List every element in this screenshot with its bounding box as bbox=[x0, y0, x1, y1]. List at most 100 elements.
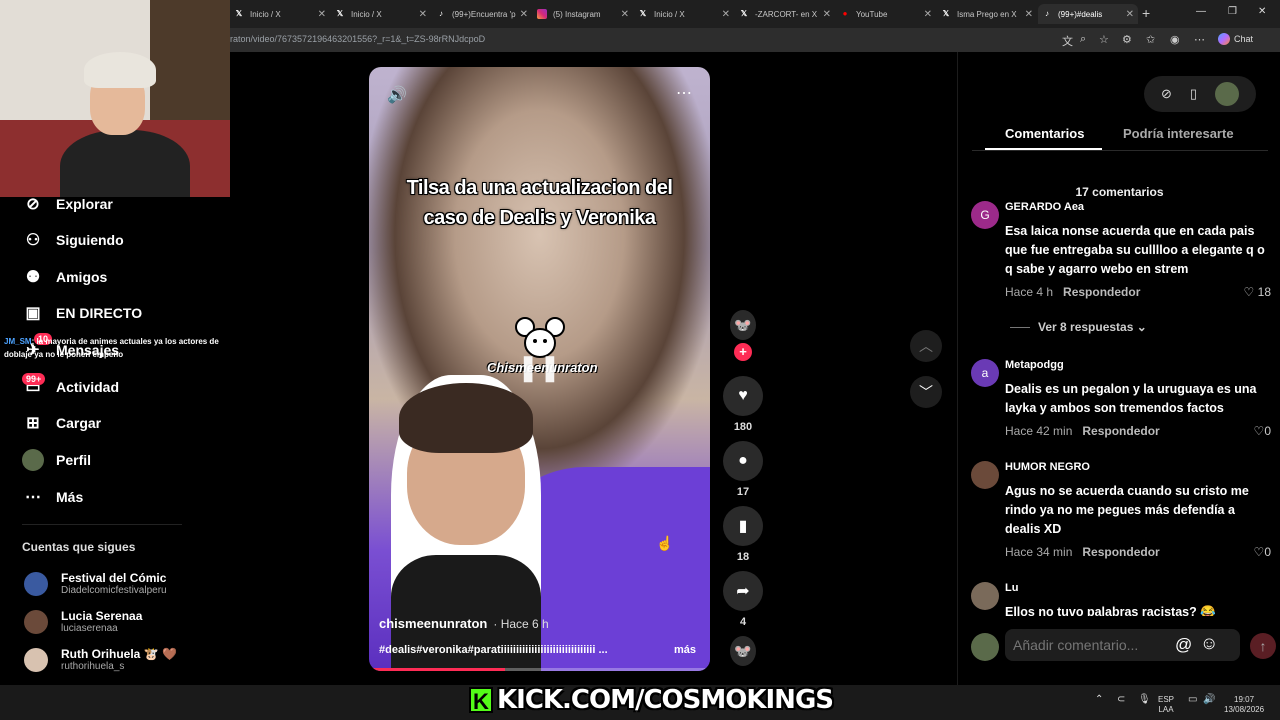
video-progress-bar[interactable] bbox=[369, 668, 710, 671]
new-tab-button[interactable]: + bbox=[1142, 5, 1150, 21]
nav-perfil[interactable]: Perfil bbox=[22, 449, 91, 471]
menu-dots-icon[interactable]: ⋯ bbox=[1194, 33, 1205, 46]
avatar[interactable] bbox=[971, 582, 999, 610]
language-indicator[interactable]: ESP LAA bbox=[1158, 695, 1174, 715]
instagram-icon bbox=[537, 9, 547, 19]
tab-podria-interesarte[interactable]: Podría interesarte bbox=[1123, 126, 1234, 141]
close-tab-icon[interactable]: ✕ bbox=[318, 9, 326, 20]
browser-tab[interactable]: (5) Instagram ✕ bbox=[533, 4, 633, 24]
favorites-icon[interactable]: ✩ bbox=[1146, 33, 1155, 46]
avatar[interactable] bbox=[971, 461, 999, 489]
heart-outline-icon: ♡ bbox=[1253, 424, 1265, 438]
bookmark-icon: ▮ bbox=[738, 518, 748, 535]
comment-text: Dealis es un pegalon y la uruguaya es un… bbox=[1005, 382, 1257, 415]
comment-author[interactable]: GERARDO Aea bbox=[1005, 201, 1084, 213]
comment-like-button[interactable]: ♡ 18 bbox=[1244, 285, 1271, 299]
x-logo-icon: 𝕏 bbox=[336, 9, 344, 18]
tray-chevron-up-icon[interactable]: ⌃ bbox=[1095, 694, 1103, 705]
sound-disc-icon[interactable]: 🐭 bbox=[730, 636, 756, 666]
close-tab-icon[interactable]: ✕ bbox=[1025, 9, 1033, 20]
like-count: 180 bbox=[733, 421, 753, 433]
close-tab-icon[interactable]: ✕ bbox=[924, 9, 932, 20]
close-tab-icon[interactable]: ✕ bbox=[621, 9, 629, 20]
following-item[interactable]: Ruth Orihuela 🐮 🤎 ruthorihuela_s bbox=[24, 647, 177, 672]
browser-tab-active[interactable]: ♪ (99+)#dealis ✕ bbox=[1038, 4, 1138, 24]
pause-icon[interactable]: ❚❚ bbox=[517, 347, 561, 387]
microphone-icon[interactable]: 🎙 bbox=[1138, 694, 1151, 705]
maximize-icon[interactable]: ❐ bbox=[1228, 6, 1237, 17]
video-author[interactable]: chismeenunraton · Hace 6 h bbox=[379, 616, 549, 631]
heart-icon: ♥ bbox=[738, 387, 748, 404]
browser-tab[interactable]: 𝕏 Inicio / X ✕ bbox=[331, 4, 431, 24]
avatar[interactable]: G bbox=[971, 201, 999, 229]
nav-en-directo[interactable]: ▣ EN DIRECTO bbox=[22, 302, 142, 324]
browser-tab[interactable]: 𝕏 Isma Prego en X ✕ bbox=[937, 4, 1037, 24]
avatar[interactable]: a bbox=[971, 359, 999, 387]
volume-icon[interactable]: 🔊 bbox=[387, 85, 407, 105]
nav-amigos[interactable]: ⚉ Amigos bbox=[22, 266, 108, 288]
comment-like-button[interactable]: ♡0 bbox=[1254, 424, 1271, 438]
user-avatar[interactable] bbox=[1214, 82, 1239, 106]
bookmark-star-icon[interactable]: ☆ bbox=[1099, 33, 1109, 46]
comment-button[interactable]: ● bbox=[723, 441, 763, 481]
emoji-icon[interactable]: ☺ bbox=[1200, 633, 1218, 654]
comment-like-button[interactable]: ♡0 bbox=[1254, 545, 1271, 559]
comment-author[interactable]: HUMOR NEGRO bbox=[1005, 461, 1090, 473]
reply-button[interactable]: Respondedor bbox=[1082, 424, 1159, 438]
tray-app-icon[interactable]: ⊂ bbox=[1117, 694, 1125, 705]
following-item[interactable]: Festival del Cómic Diadelcomicfestivalper… bbox=[24, 571, 167, 596]
copilot-chat-button[interactable]: Chat bbox=[1218, 33, 1253, 45]
browser-tab[interactable]: 𝕏 Inicio / X ✕ bbox=[230, 4, 330, 24]
close-tab-icon[interactable]: ✕ bbox=[823, 9, 831, 20]
clock[interactable]: 19:07 13/08/2026 bbox=[1224, 695, 1264, 715]
save-button[interactable]: ▮ bbox=[723, 506, 763, 546]
comments-panel: ⊘ ▯ Comentarios Podría interesarte 17 co… bbox=[957, 52, 1280, 685]
reply-button[interactable]: Respondedor bbox=[1082, 545, 1159, 559]
close-tab-icon[interactable]: ✕ bbox=[1126, 9, 1134, 20]
comment-author[interactable]: Metapodgg bbox=[1005, 359, 1064, 371]
send-icon[interactable]: ↑ bbox=[1250, 633, 1276, 659]
share-button[interactable]: ➦ bbox=[723, 571, 763, 611]
more-options-icon[interactable]: ⋯ bbox=[676, 83, 692, 103]
mention-icon[interactable]: @ bbox=[1175, 635, 1192, 655]
close-tab-icon[interactable]: ✕ bbox=[520, 9, 528, 20]
follow-plus-button[interactable]: + bbox=[734, 343, 752, 361]
previous-video-button[interactable]: ︿ bbox=[910, 330, 942, 362]
network-icon[interactable]: ▭ bbox=[1188, 694, 1197, 705]
nav-siguiendo[interactable]: ⚇ Siguiendo bbox=[22, 229, 124, 251]
nav-mas[interactable]: ⋯ Más bbox=[22, 486, 83, 508]
next-video-button[interactable]: ﹀ bbox=[910, 376, 942, 408]
more-link[interactable]: más bbox=[674, 644, 696, 656]
browser-tab[interactable]: ♪ (99+)Encuentra 'p ✕ bbox=[432, 4, 532, 24]
reply-button[interactable]: Respondedor bbox=[1063, 285, 1140, 299]
nav-explorar[interactable]: ⊘ Explorar bbox=[22, 193, 113, 215]
minimize-icon[interactable]: — bbox=[1196, 6, 1206, 17]
creator-avatar[interactable]: 🐭 bbox=[730, 310, 756, 340]
nav-cargar[interactable]: ⊞ Cargar bbox=[22, 412, 101, 434]
profile-icon[interactable]: ◉ bbox=[1170, 33, 1180, 46]
url-field[interactable]: raton/video/7673572196463201556?_r=1&_t=… bbox=[230, 34, 485, 44]
comment-meta: Hace 34 min Respondedor bbox=[1005, 545, 1160, 559]
share-count: 4 bbox=[739, 616, 747, 628]
view-replies-button[interactable]: Ver 8 respuestas ⌄ bbox=[1010, 320, 1147, 334]
close-tab-icon[interactable]: ✕ bbox=[722, 9, 730, 20]
compass-icon[interactable]: ⊘ bbox=[1161, 86, 1172, 102]
following-item[interactable]: Lucia Serenaa luciaserenaa bbox=[24, 609, 142, 634]
tab-comentarios[interactable]: Comentarios bbox=[1005, 126, 1084, 141]
video-player[interactable]: Tilsa da una actualizacion del caso de De… bbox=[369, 67, 710, 671]
browser-tab[interactable]: 𝕏 Inicio / X ✕ bbox=[634, 4, 734, 24]
like-button[interactable]: ♥ bbox=[723, 376, 763, 416]
browser-tab[interactable]: 𝕏 -ZARCORT- en X ✕ bbox=[735, 4, 835, 24]
browser-tab[interactable]: ● YouTube ✕ bbox=[836, 4, 936, 24]
comment-author[interactable]: Lu bbox=[1005, 582, 1018, 594]
close-tab-icon[interactable]: ✕ bbox=[419, 9, 427, 20]
volume-tray-icon[interactable]: 🔊 bbox=[1203, 694, 1215, 705]
zoom-icon[interactable]: ⌕ bbox=[1080, 33, 1086, 46]
phone-icon[interactable]: ▯ bbox=[1190, 86, 1197, 102]
extension-icon[interactable]: ⚙ bbox=[1122, 33, 1132, 46]
top-actions-pill: ⊘ ▯ bbox=[1144, 76, 1256, 112]
avatar bbox=[24, 647, 48, 672]
comment-count: 17 bbox=[736, 486, 750, 498]
close-window-icon[interactable]: ✕ bbox=[1258, 6, 1266, 17]
translate-icon[interactable]: 文 bbox=[1062, 33, 1073, 49]
